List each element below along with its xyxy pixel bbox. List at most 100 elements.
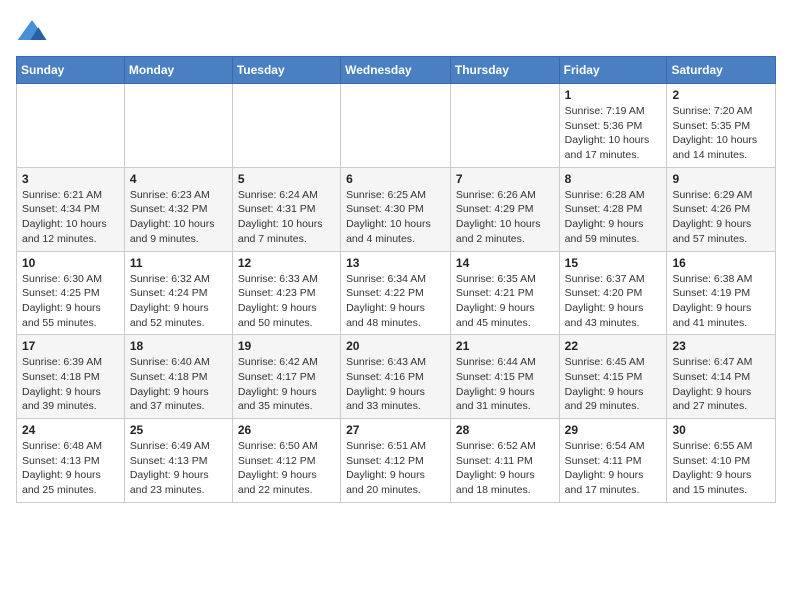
calendar-week-5: 24Sunrise: 6:48 AM Sunset: 4:13 PM Dayli… bbox=[17, 419, 776, 503]
logo-icon bbox=[16, 16, 48, 48]
day-number: 23 bbox=[672, 339, 770, 353]
day-number: 27 bbox=[346, 423, 445, 437]
day-number: 3 bbox=[22, 172, 119, 186]
day-info: Sunrise: 6:21 AM Sunset: 4:34 PM Dayligh… bbox=[22, 188, 119, 247]
calendar-cell: 21 Sunrise: 6:44 AM Sunset: 4:15 PM Dayli… bbox=[450, 335, 559, 419]
day-info: Sunrise: 6:39 AM Sunset: 4:18 PM Dayligh… bbox=[22, 355, 119, 414]
day-info: Sunrise: 6:40 AM Sunset: 4:18 PM Dayligh… bbox=[130, 355, 227, 414]
calendar-header-monday: Monday bbox=[124, 57, 232, 84]
calendar-cell: 29 Sunrise: 6:54 AM Sunset: 4:11 PM Dayli… bbox=[559, 419, 667, 503]
day-number: 7 bbox=[456, 172, 554, 186]
day-number: 14 bbox=[456, 256, 554, 270]
calendar-cell: 28 Sunrise: 6:52 AM Sunset: 4:11 PM Dayli… bbox=[450, 419, 559, 503]
calendar-cell bbox=[341, 84, 451, 168]
day-info: Sunrise: 6:35 AM Sunset: 4:21 PM Dayligh… bbox=[456, 272, 554, 331]
calendar-header-wednesday: Wednesday bbox=[341, 57, 451, 84]
day-info: Sunrise: 6:34 AM Sunset: 4:22 PM Dayligh… bbox=[346, 272, 445, 331]
day-number: 22 bbox=[565, 339, 662, 353]
calendar-cell: 13 Sunrise: 6:34 AM Sunset: 4:22 PM Dayli… bbox=[341, 251, 451, 335]
calendar-cell: 26 Sunrise: 6:50 AM Sunset: 4:12 PM Dayli… bbox=[232, 419, 340, 503]
day-info: Sunrise: 6:37 AM Sunset: 4:20 PM Dayligh… bbox=[565, 272, 662, 331]
day-info: Sunrise: 6:55 AM Sunset: 4:10 PM Dayligh… bbox=[672, 439, 770, 498]
calendar-cell: 27Sunrise: 6:51 AM Sunset: 4:12 PM Dayli… bbox=[341, 419, 451, 503]
day-info: Sunrise: 6:32 AM Sunset: 4:24 PM Dayligh… bbox=[130, 272, 227, 331]
calendar-cell: 17 Sunrise: 6:39 AM Sunset: 4:18 PM Dayli… bbox=[17, 335, 125, 419]
day-number: 8 bbox=[565, 172, 662, 186]
day-number: 5 bbox=[238, 172, 335, 186]
day-number: 12 bbox=[238, 256, 335, 270]
day-info: Sunrise: 6:48 AM Sunset: 4:13 PM Dayligh… bbox=[22, 439, 119, 498]
page-header bbox=[16, 16, 776, 48]
calendar-week-1: 1 Sunrise: 7:19 AM Sunset: 5:36 PM Daylig… bbox=[17, 84, 776, 168]
calendar-cell: 4 Sunrise: 6:23 AM Sunset: 4:32 PM Daylig… bbox=[124, 167, 232, 251]
day-info: Sunrise: 6:33 AM Sunset: 4:23 PM Dayligh… bbox=[238, 272, 335, 331]
calendar-week-4: 17 Sunrise: 6:39 AM Sunset: 4:18 PM Dayli… bbox=[17, 335, 776, 419]
day-info: Sunrise: 6:52 AM Sunset: 4:11 PM Dayligh… bbox=[456, 439, 554, 498]
day-number: 18 bbox=[130, 339, 227, 353]
calendar-cell: 2 Sunrise: 7:20 AM Sunset: 5:35 PM Daylig… bbox=[667, 84, 776, 168]
day-number: 4 bbox=[130, 172, 227, 186]
calendar-cell: 11 Sunrise: 6:32 AM Sunset: 4:24 PM Dayli… bbox=[124, 251, 232, 335]
day-number: 17 bbox=[22, 339, 119, 353]
calendar-cell: 8 Sunrise: 6:28 AM Sunset: 4:28 PM Daylig… bbox=[559, 167, 667, 251]
day-info: Sunrise: 6:42 AM Sunset: 4:17 PM Dayligh… bbox=[238, 355, 335, 414]
calendar-cell: 24Sunrise: 6:48 AM Sunset: 4:13 PM Dayli… bbox=[17, 419, 125, 503]
day-number: 16 bbox=[672, 256, 770, 270]
day-info: Sunrise: 6:47 AM Sunset: 4:14 PM Dayligh… bbox=[672, 355, 770, 414]
day-info: Sunrise: 6:29 AM Sunset: 4:26 PM Dayligh… bbox=[672, 188, 770, 247]
calendar-cell: 16Sunrise: 6:38 AM Sunset: 4:19 PM Dayli… bbox=[667, 251, 776, 335]
calendar-cell: 7 Sunrise: 6:26 AM Sunset: 4:29 PM Daylig… bbox=[450, 167, 559, 251]
day-number: 28 bbox=[456, 423, 554, 437]
day-info: Sunrise: 7:19 AM Sunset: 5:36 PM Dayligh… bbox=[565, 104, 662, 163]
calendar-week-2: 3 Sunrise: 6:21 AM Sunset: 4:34 PM Daylig… bbox=[17, 167, 776, 251]
calendar-header-friday: Friday bbox=[559, 57, 667, 84]
day-number: 11 bbox=[130, 256, 227, 270]
calendar-cell bbox=[232, 84, 340, 168]
day-info: Sunrise: 6:49 AM Sunset: 4:13 PM Dayligh… bbox=[130, 439, 227, 498]
calendar-cell: 10 Sunrise: 6:30 AM Sunset: 4:25 PM Dayli… bbox=[17, 251, 125, 335]
day-number: 2 bbox=[672, 88, 770, 102]
calendar-cell: 20Sunrise: 6:43 AM Sunset: 4:16 PM Dayli… bbox=[341, 335, 451, 419]
calendar-cell: 14 Sunrise: 6:35 AM Sunset: 4:21 PM Dayli… bbox=[450, 251, 559, 335]
day-info: Sunrise: 6:45 AM Sunset: 4:15 PM Dayligh… bbox=[565, 355, 662, 414]
calendar-cell: 12 Sunrise: 6:33 AM Sunset: 4:23 PM Dayli… bbox=[232, 251, 340, 335]
calendar-cell: 23 Sunrise: 6:47 AM Sunset: 4:14 PM Dayli… bbox=[667, 335, 776, 419]
calendar-cell: 18 Sunrise: 6:40 AM Sunset: 4:18 PM Dayli… bbox=[124, 335, 232, 419]
logo bbox=[16, 16, 52, 48]
day-number: 6 bbox=[346, 172, 445, 186]
day-info: Sunrise: 6:24 AM Sunset: 4:31 PM Dayligh… bbox=[238, 188, 335, 247]
day-info: Sunrise: 7:20 AM Sunset: 5:35 PM Dayligh… bbox=[672, 104, 770, 163]
day-number: 26 bbox=[238, 423, 335, 437]
day-info: Sunrise: 6:44 AM Sunset: 4:15 PM Dayligh… bbox=[456, 355, 554, 414]
day-number: 21 bbox=[456, 339, 554, 353]
day-number: 15 bbox=[565, 256, 662, 270]
day-info: Sunrise: 6:23 AM Sunset: 4:32 PM Dayligh… bbox=[130, 188, 227, 247]
day-number: 1 bbox=[565, 88, 662, 102]
day-number: 25 bbox=[130, 423, 227, 437]
calendar: SundayMondayTuesdayWednesdayThursdayFrid… bbox=[16, 56, 776, 503]
calendar-cell: 3 Sunrise: 6:21 AM Sunset: 4:34 PM Daylig… bbox=[17, 167, 125, 251]
calendar-cell: 30 Sunrise: 6:55 AM Sunset: 4:10 PM Dayli… bbox=[667, 419, 776, 503]
day-number: 30 bbox=[672, 423, 770, 437]
day-number: 9 bbox=[672, 172, 770, 186]
calendar-header-saturday: Saturday bbox=[667, 57, 776, 84]
day-info: Sunrise: 6:50 AM Sunset: 4:12 PM Dayligh… bbox=[238, 439, 335, 498]
day-info: Sunrise: 6:25 AM Sunset: 4:30 PM Dayligh… bbox=[346, 188, 445, 247]
day-info: Sunrise: 6:43 AM Sunset: 4:16 PM Dayligh… bbox=[346, 355, 445, 414]
day-number: 10 bbox=[22, 256, 119, 270]
day-info: Sunrise: 6:26 AM Sunset: 4:29 PM Dayligh… bbox=[456, 188, 554, 247]
calendar-cell: 15 Sunrise: 6:37 AM Sunset: 4:20 PM Dayli… bbox=[559, 251, 667, 335]
day-info: Sunrise: 6:28 AM Sunset: 4:28 PM Dayligh… bbox=[565, 188, 662, 247]
calendar-cell: 6 Sunrise: 6:25 AM Sunset: 4:30 PM Daylig… bbox=[341, 167, 451, 251]
calendar-cell bbox=[450, 84, 559, 168]
calendar-header-sunday: Sunday bbox=[17, 57, 125, 84]
day-info: Sunrise: 6:54 AM Sunset: 4:11 PM Dayligh… bbox=[565, 439, 662, 498]
calendar-cell bbox=[124, 84, 232, 168]
calendar-header-row: SundayMondayTuesdayWednesdayThursdayFrid… bbox=[17, 57, 776, 84]
day-number: 29 bbox=[565, 423, 662, 437]
calendar-cell: 1 Sunrise: 7:19 AM Sunset: 5:36 PM Daylig… bbox=[559, 84, 667, 168]
day-number: 13 bbox=[346, 256, 445, 270]
day-info: Sunrise: 6:30 AM Sunset: 4:25 PM Dayligh… bbox=[22, 272, 119, 331]
calendar-cell: 5 Sunrise: 6:24 AM Sunset: 4:31 PM Daylig… bbox=[232, 167, 340, 251]
calendar-header-tuesday: Tuesday bbox=[232, 57, 340, 84]
